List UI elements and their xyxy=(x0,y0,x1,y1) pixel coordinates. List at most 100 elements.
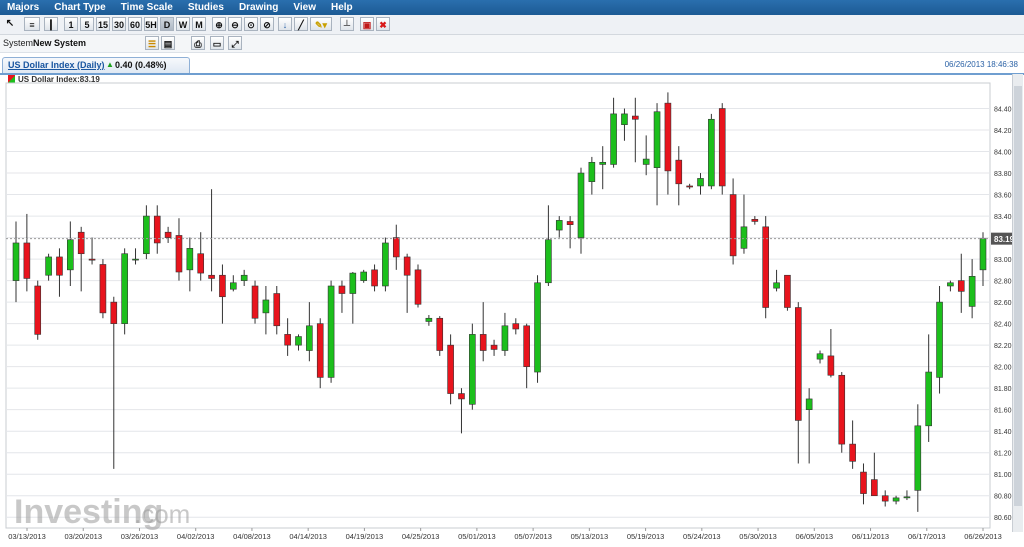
candle-body xyxy=(110,301,118,324)
candle-body xyxy=(338,285,346,294)
y-tick-label: 83.80 xyxy=(994,171,1012,178)
candle-body xyxy=(99,264,107,314)
y-tick-label: 82.20 xyxy=(994,343,1012,350)
candle-body xyxy=(197,253,205,274)
candle-body xyxy=(653,111,661,168)
y-tick-label: 82.00 xyxy=(994,365,1012,372)
candle-body xyxy=(403,256,411,276)
candle-body xyxy=(708,118,715,187)
candle-body xyxy=(816,353,824,360)
x-tick-label: 05/01/2013 xyxy=(458,532,496,541)
candle-body xyxy=(12,242,20,281)
candle-body xyxy=(306,325,313,351)
x-tick-label: 04/02/2013 xyxy=(177,532,215,541)
candle-body xyxy=(968,276,976,307)
y-tick-label: 81.20 xyxy=(994,451,1012,458)
candle-body xyxy=(523,325,530,367)
candle-body xyxy=(881,495,889,502)
vertical-scrollbar[interactable] xyxy=(1012,74,1023,532)
plot-frame xyxy=(5,82,991,529)
candle-body xyxy=(77,231,85,255)
x-tick-label: 05/07/2013 xyxy=(514,532,552,541)
candle-body xyxy=(925,371,932,427)
y-tick-label: 81.00 xyxy=(994,472,1012,479)
candle-body xyxy=(892,497,900,502)
candle-body xyxy=(327,285,335,378)
x-tick-label: 04/25/2013 xyxy=(402,532,440,541)
x-tick-label: 04/19/2013 xyxy=(346,532,384,541)
candle-body xyxy=(121,253,128,324)
candle-body xyxy=(577,172,585,238)
y-axis: 84.4084.2084.0083.8083.6083.4083.2083.00… xyxy=(994,107,1012,523)
candle-body xyxy=(425,317,433,322)
candle-body xyxy=(740,226,748,249)
candle-body xyxy=(479,334,487,351)
y-tick-label: 81.60 xyxy=(994,408,1012,415)
candle-body xyxy=(132,258,139,261)
candle-body xyxy=(175,235,183,273)
candle-body xyxy=(534,282,541,373)
candle-body xyxy=(914,425,922,491)
candle-body xyxy=(566,221,574,225)
x-tick-label: 03/13/2013 xyxy=(8,532,46,541)
watermark-domain: .com xyxy=(134,499,190,529)
x-tick-label: 06/26/2013 xyxy=(964,532,1002,541)
candle-body xyxy=(947,282,954,287)
y-tick-label: 82.60 xyxy=(994,300,1012,307)
candle-body xyxy=(360,271,367,281)
candle-body xyxy=(903,496,911,499)
candle-body xyxy=(642,158,650,165)
y-tick-label: 81.80 xyxy=(994,386,1012,393)
candle-body xyxy=(936,301,943,378)
candle-body xyxy=(621,113,628,125)
candle-body xyxy=(545,239,552,284)
y-tick-label: 82.40 xyxy=(994,322,1012,329)
x-tick-label: 05/24/2013 xyxy=(683,532,721,541)
candle-body xyxy=(794,307,802,421)
x-tick-label: 04/08/2013 xyxy=(233,532,271,541)
candle-body xyxy=(827,355,835,376)
candlestick-chart[interactable]: 84.4084.2084.0083.8083.6083.4083.2083.00… xyxy=(0,0,1024,547)
candle-body xyxy=(512,323,520,330)
candle-body xyxy=(23,242,31,279)
candle-body xyxy=(588,161,596,182)
candle-body xyxy=(805,398,813,410)
candle-body xyxy=(316,323,324,378)
x-tick-label: 05/13/2013 xyxy=(571,532,609,541)
candle-body xyxy=(45,256,52,276)
candle-body xyxy=(382,242,389,287)
x-tick-label: 05/30/2013 xyxy=(739,532,777,541)
candle-body xyxy=(88,258,96,261)
candle-body xyxy=(501,325,509,351)
candle-body xyxy=(773,282,780,289)
candle-body xyxy=(273,293,281,327)
scrollbar-thumb[interactable] xyxy=(1014,86,1022,506)
gridlines xyxy=(5,82,991,529)
candle-body xyxy=(697,178,704,187)
y-tick-label: 84.40 xyxy=(994,107,1012,114)
candle-body xyxy=(143,215,150,255)
candle-body xyxy=(729,194,737,257)
candle-body xyxy=(284,334,291,346)
candle-body xyxy=(240,274,248,281)
candle-body xyxy=(262,299,270,314)
y-tick-label: 83.00 xyxy=(994,257,1012,264)
candle-body xyxy=(860,471,867,494)
x-tick-label: 03/20/2013 xyxy=(64,532,102,541)
y-tick-label: 80.80 xyxy=(994,494,1012,501)
candle-body xyxy=(56,256,63,276)
candle-body xyxy=(632,115,639,120)
x-tick-label: 03/26/2013 xyxy=(121,532,159,541)
x-tick-label: 06/05/2013 xyxy=(796,532,834,541)
candle-body xyxy=(164,231,172,238)
candle-body xyxy=(718,108,726,187)
candle-body xyxy=(219,274,226,298)
y-tick-label: 81.40 xyxy=(994,429,1012,436)
candle-body xyxy=(664,102,672,172)
candle-body xyxy=(251,285,259,319)
candle-body xyxy=(458,393,465,400)
candle-body xyxy=(349,272,357,294)
candle-body xyxy=(849,443,856,462)
x-tick-label: 04/14/2013 xyxy=(289,532,327,541)
y-tick-label: 82.80 xyxy=(994,279,1012,286)
